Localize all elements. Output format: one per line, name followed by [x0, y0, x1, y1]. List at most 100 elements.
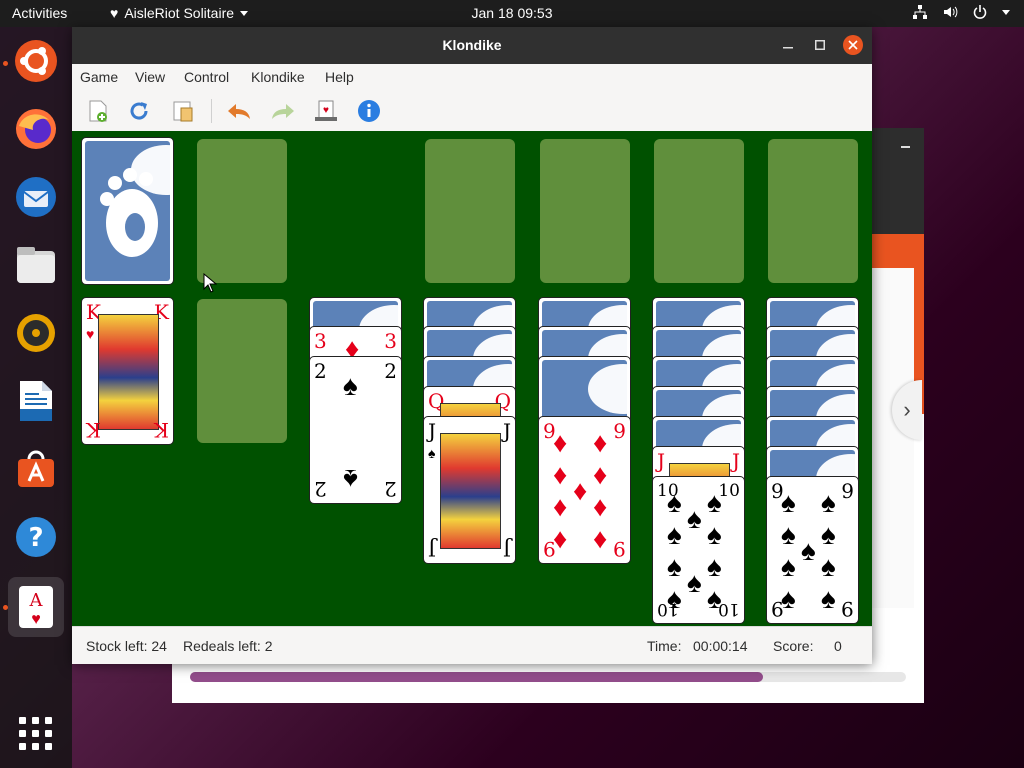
- background-panel: [868, 268, 914, 608]
- select-game-icon: [173, 101, 193, 122]
- diamond-icon: ♦: [593, 523, 608, 554]
- foundation-slot-2[interactable]: [540, 139, 630, 283]
- diamond-icon: ♦: [573, 475, 588, 506]
- maximize-button[interactable]: [810, 35, 830, 55]
- menu-bar: Game View Control Klondike Help: [72, 64, 872, 91]
- menu-view[interactable]: View: [135, 69, 165, 85]
- dock-solitaire[interactable]: A ♥: [8, 577, 64, 637]
- dock-software[interactable]: [8, 441, 64, 497]
- card-rank: 9: [771, 597, 784, 621]
- card-rank: 10: [718, 599, 740, 619]
- minimize-icon[interactable]: [901, 146, 910, 148]
- hint-button[interactable]: [355, 97, 383, 125]
- diamond-icon: ♦: [553, 491, 568, 522]
- thunderbird-icon: [16, 177, 56, 217]
- card-rank: 2: [314, 477, 327, 501]
- svg-text:?: ?: [28, 523, 43, 553]
- firefox-icon: [16, 109, 56, 149]
- card-10-spades[interactable]: 10 10 ♠ ♠ ♠ ♠ ♠ ♠ ♠ ♠ ♠ ♠ 10 10: [652, 476, 745, 624]
- card-rank: K: [154, 418, 169, 442]
- menu-game[interactable]: Game: [80, 69, 118, 85]
- mouse-pointer-icon: [203, 273, 217, 293]
- deal-button[interactable]: ♥: [312, 97, 340, 125]
- close-button[interactable]: [843, 35, 863, 55]
- dock-writer[interactable]: [8, 373, 64, 429]
- spade-icon: ♠: [667, 487, 682, 518]
- waste-slot[interactable]: [197, 139, 287, 283]
- card-rank: J: [428, 537, 437, 561]
- clock[interactable]: Jan 18 09:53: [0, 5, 1024, 21]
- undo-button[interactable]: [225, 97, 253, 125]
- dock-ubuntu[interactable]: [8, 33, 64, 89]
- spade-icon: ♠: [821, 487, 836, 518]
- minimize-icon: [783, 47, 793, 49]
- new-game-button[interactable]: [84, 97, 112, 125]
- background-progress-bar: [190, 672, 906, 682]
- foundation-slot-3[interactable]: [654, 139, 744, 283]
- select-game-button[interactable]: [169, 97, 197, 125]
- redeals-left: Redeals left: 2: [183, 638, 273, 654]
- svg-text:A: A: [29, 590, 44, 611]
- diamond-icon: ♦: [553, 427, 568, 458]
- spade-icon: ♠: [707, 519, 722, 550]
- show-applications-icon[interactable]: [19, 717, 53, 751]
- card-rank: J: [502, 537, 511, 561]
- card-9-diamonds[interactable]: 9 9 ♦ ♦ ♦ ♦ ♦ ♦ ♦ ♦ ♦ 9 9: [538, 416, 631, 564]
- dock: ? A ♥: [0, 27, 72, 768]
- dock-thunderbird[interactable]: [8, 169, 64, 225]
- foundation-slot-4[interactable]: [768, 139, 858, 283]
- game-board[interactable]: K K ♥ K K 3 3 ♦ 2 2 ♠ ♠ 2 2 Q Q J J ♠ J …: [72, 131, 872, 626]
- card-rank: 9: [613, 537, 626, 561]
- card-rank: 9: [841, 597, 854, 621]
- card-rank: K: [86, 418, 101, 442]
- redo-button[interactable]: [269, 97, 297, 125]
- menu-control[interactable]: Control: [184, 69, 229, 85]
- minimize-button[interactable]: [778, 35, 798, 55]
- restart-button[interactable]: [125, 97, 153, 125]
- progress-fill: [190, 672, 763, 682]
- score-value: 0: [834, 638, 842, 654]
- klondike-window: Klondike Game View Control Klondike Help: [72, 27, 872, 664]
- spade-icon: ♠: [821, 551, 836, 582]
- card-rank: 9: [613, 419, 626, 443]
- maximize-icon: [815, 40, 825, 50]
- card-2-spades[interactable]: 2 2 ♠ ♠ 2 2: [309, 356, 402, 504]
- volume-icon: [944, 6, 958, 18]
- running-indicator: [3, 605, 8, 610]
- card-rank: J: [428, 419, 437, 443]
- menu-help[interactable]: Help: [325, 69, 354, 85]
- redo-icon: [272, 104, 294, 119]
- card-rank: J: [657, 449, 666, 473]
- new-game-icon: [89, 100, 107, 122]
- dock-help[interactable]: ?: [8, 509, 64, 565]
- ubuntu-icon: [15, 40, 57, 82]
- diamond-icon: ♦: [593, 491, 608, 522]
- jack-face-art: [440, 433, 501, 549]
- title-bar[interactable]: Klondike: [72, 27, 872, 64]
- card-rank: 9: [841, 479, 854, 503]
- card-rank: 10: [657, 599, 679, 619]
- svg-text:♥: ♥: [31, 611, 41, 628]
- power-icon: [973, 5, 987, 19]
- diamond-icon: ♦: [593, 427, 608, 458]
- dock-firefox[interactable]: [8, 101, 64, 157]
- menu-klondike[interactable]: Klondike: [251, 69, 305, 85]
- dock-rhythmbox[interactable]: [8, 305, 64, 361]
- card-rank: 2: [384, 477, 397, 501]
- status-bar: Stock left: 24 Redeals left: 2 Time: 00:…: [72, 626, 872, 664]
- card-rank: 9: [543, 537, 556, 561]
- card-jack-spades[interactable]: J J ♠ J J: [423, 416, 516, 564]
- card-king-hearts[interactable]: K K ♥ K K: [81, 297, 174, 445]
- system-tray[interactable]: [912, 4, 1010, 20]
- card-9-spades[interactable]: 9 9 ♠ ♠ ♠ ♠ ♠ ♠ ♠ ♠ ♠ 9 9: [766, 476, 859, 624]
- diamond-icon: ♦: [593, 459, 608, 490]
- foundation-slot-1[interactable]: [425, 139, 515, 283]
- solitaire-icon: A♥: [19, 586, 53, 628]
- network-icon: [913, 5, 927, 19]
- spade-icon: ♠: [801, 535, 816, 566]
- tableau-slot-2[interactable]: [197, 299, 287, 443]
- dock-files[interactable]: [8, 237, 64, 293]
- help-icon: ?: [16, 517, 56, 557]
- stock-pile[interactable]: [81, 137, 174, 285]
- software-icon: [18, 450, 54, 487]
